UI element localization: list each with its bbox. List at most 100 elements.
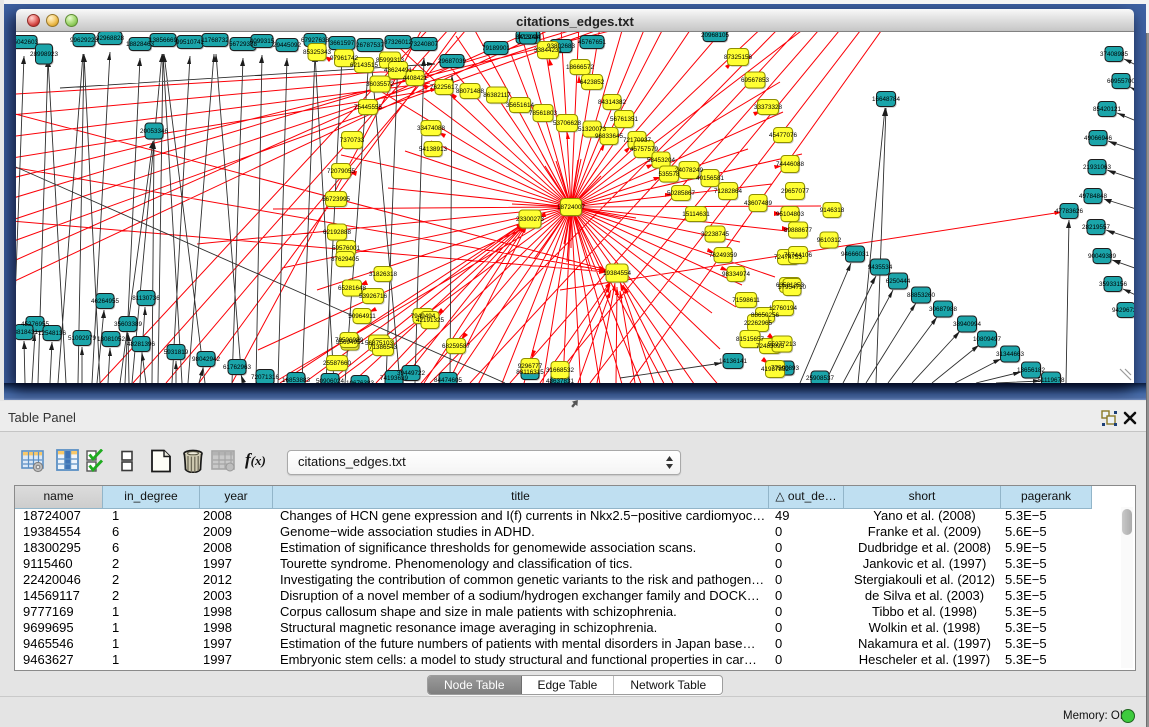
svg-text:59576001: 59576001 (332, 245, 361, 252)
svg-text:67927638: 67927638 (301, 37, 330, 44)
svg-text:72079055: 72079055 (327, 168, 356, 175)
svg-text:41937852: 41937852 (761, 366, 790, 373)
svg-text:13081052: 13081052 (97, 336, 126, 343)
svg-text:32238745: 32238745 (701, 231, 730, 238)
svg-text:83116315: 83116315 (516, 369, 544, 376)
svg-text:56723995: 56723995 (322, 196, 351, 203)
svg-text:24078249: 24078249 (675, 167, 704, 174)
svg-text:72170937: 72170937 (623, 137, 652, 144)
svg-text:23300273: 23300273 (516, 216, 545, 223)
svg-text:99510741: 99510741 (176, 39, 205, 46)
svg-text:47783626: 47783626 (1055, 208, 1084, 215)
svg-text:7370733: 7370733 (340, 137, 365, 144)
svg-text:78506989: 78506989 (335, 337, 364, 344)
svg-text:85420121: 85420121 (1093, 106, 1122, 113)
svg-text:20968105: 20968105 (701, 32, 730, 39)
svg-text:10676383: 10676383 (346, 380, 375, 383)
svg-text:94666031: 94666031 (841, 251, 870, 258)
svg-text:98334974: 98334974 (722, 271, 751, 278)
svg-text:56761351: 56761351 (610, 116, 639, 123)
svg-text:15114631: 15114631 (682, 211, 710, 218)
svg-text:5931819: 5931819 (164, 349, 189, 356)
svg-text:50285867: 50285867 (667, 190, 696, 197)
svg-text:75445555: 75445555 (354, 104, 383, 111)
svg-text:96833645: 96833645 (595, 133, 624, 140)
svg-text:84474605: 84474605 (434, 377, 463, 383)
svg-text:31826318: 31826318 (369, 271, 398, 278)
svg-text:48637831: 48637831 (546, 378, 575, 383)
svg-text:90049389: 90049389 (1088, 253, 1117, 260)
svg-text:60955700: 60955700 (1107, 78, 1134, 85)
svg-text:86382117: 86382117 (483, 92, 511, 99)
svg-text:51092979: 51092979 (68, 335, 97, 342)
svg-text:29657077: 29657077 (781, 188, 810, 195)
svg-text:43607489: 43607489 (744, 200, 773, 207)
svg-text:68259587: 68259587 (442, 343, 471, 350)
svg-text:58453204: 58453204 (647, 157, 676, 164)
svg-text:72071316: 72071316 (251, 374, 280, 381)
svg-text:73240807: 73240807 (410, 41, 439, 48)
svg-text:4408421: 4408421 (403, 75, 428, 82)
svg-text:88071488: 88071488 (456, 88, 485, 95)
svg-text:98042942: 98042942 (192, 356, 221, 363)
svg-text:4099315: 4099315 (250, 38, 275, 45)
svg-text:78561803: 78561803 (529, 110, 558, 117)
svg-text:26787537: 26787537 (356, 42, 385, 49)
svg-text:12548136: 12548136 (38, 330, 67, 337)
svg-text:49066946: 49066946 (1084, 135, 1113, 142)
svg-text:81130736: 81130736 (132, 295, 160, 302)
svg-text:62192888: 62192888 (323, 229, 352, 236)
svg-text:9146318: 9146318 (820, 207, 845, 214)
svg-text:33474088: 33474088 (417, 125, 446, 132)
svg-text:9296777: 9296777 (518, 363, 543, 370)
svg-text:36035572: 36035572 (366, 81, 395, 88)
svg-text:22262965: 22262965 (744, 320, 773, 327)
svg-text:50906024: 50906024 (316, 378, 345, 383)
svg-text:94296727: 94296727 (1112, 307, 1134, 314)
svg-text:71282864: 71282864 (714, 188, 743, 195)
svg-text:51320073: 51320073 (578, 126, 607, 133)
svg-text:16648784: 16648784 (872, 96, 901, 103)
svg-text:28998923: 28998923 (30, 51, 59, 58)
svg-text:49784848: 49784848 (1079, 193, 1108, 200)
svg-text:25587660: 25587660 (323, 360, 352, 367)
svg-text:43624491: 43624491 (384, 67, 413, 74)
svg-text:55277213: 55277213 (768, 341, 797, 348)
svg-text:71386543: 71386543 (369, 344, 398, 351)
svg-text:32968828: 32968828 (96, 35, 125, 42)
svg-text:35933156: 35933156 (1099, 281, 1128, 288)
svg-text:19384554: 19384554 (603, 270, 632, 277)
svg-text:57954710: 57954710 (778, 284, 807, 291)
svg-text:87629405: 87629405 (331, 256, 360, 263)
svg-text:79189901: 79189901 (482, 45, 511, 52)
svg-text:20053346: 20053346 (140, 128, 169, 135)
svg-text:50964911: 50964911 (348, 313, 376, 320)
svg-text:85325343: 85325343 (303, 49, 332, 56)
svg-text:62143515: 62143515 (350, 62, 379, 69)
svg-text:45757579: 45757579 (630, 146, 659, 153)
svg-text:10809497: 10809497 (973, 336, 1002, 343)
svg-text:6250444: 6250444 (886, 278, 911, 285)
svg-text:76249359: 76249359 (709, 252, 738, 259)
svg-text:21931063: 21931063 (1083, 164, 1112, 171)
svg-text:29445092: 29445092 (273, 42, 302, 49)
svg-text:9435534: 9435534 (868, 264, 893, 271)
svg-text:85999313: 85999313 (376, 57, 405, 64)
svg-text:35603389: 35603389 (114, 321, 143, 328)
svg-text:89888677: 89888677 (784, 227, 813, 234)
svg-text:33373328: 33373328 (754, 104, 783, 111)
svg-text:61762963: 61762963 (223, 364, 252, 371)
svg-text:8413094: 8413094 (516, 34, 541, 41)
svg-text:14136141: 14136141 (719, 358, 748, 365)
svg-text:37408985: 37408985 (1100, 51, 1129, 58)
svg-text:84314382: 84314382 (598, 99, 627, 106)
svg-text:74446088: 74446088 (776, 161, 805, 168)
svg-text:38940994: 38940994 (953, 321, 982, 328)
svg-text:46264955: 46264955 (91, 298, 120, 305)
svg-text:88853260: 88853260 (907, 292, 936, 299)
svg-text:88650256: 88650256 (751, 312, 780, 319)
svg-text:65281648: 65281648 (338, 285, 367, 292)
svg-text:40156581: 40156581 (696, 175, 725, 182)
svg-text:13656182: 13656182 (1017, 367, 1046, 374)
svg-text:18666572: 18666572 (566, 64, 595, 71)
